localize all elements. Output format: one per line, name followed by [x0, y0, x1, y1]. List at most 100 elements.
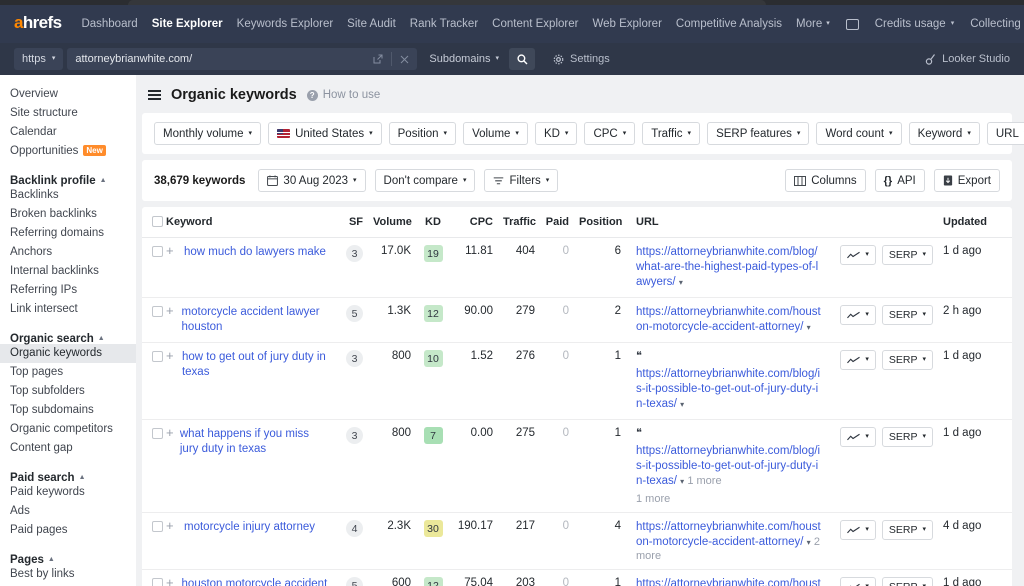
- sidebar-item-anchors[interactable]: Anchors: [0, 243, 136, 262]
- add-keyword-icon[interactable]: +: [166, 520, 179, 532]
- column-header-paid[interactable]: Paid: [540, 207, 574, 238]
- nav-item-more[interactable]: More: [796, 18, 822, 30]
- ahrefs-logo[interactable]: ahrefs: [14, 13, 61, 33]
- row-checkbox[interactable]: [152, 578, 163, 586]
- column-header-volume[interactable]: Volume: [368, 207, 416, 238]
- filter-traffic[interactable]: Traffic▾: [642, 122, 700, 145]
- chevron-down-icon[interactable]: ▾: [807, 538, 811, 547]
- sidebar-section-organic-search[interactable]: Organic search▲: [0, 325, 136, 344]
- select-all-checkbox[interactable]: [152, 216, 163, 227]
- sidebar-item-internal-backlinks[interactable]: Internal backlinks: [0, 262, 136, 281]
- browser-tab[interactable]: [128, 0, 766, 5]
- keyword-link[interactable]: motorcycle accident lawyer houston: [182, 305, 329, 335]
- chart-button[interactable]: ▾: [840, 520, 876, 540]
- url-link[interactable]: https://attorneybrianwhite.com/houston-m…: [636, 578, 821, 586]
- export-button[interactable]: Export: [934, 169, 1000, 192]
- sidebar-section-pages[interactable]: Pages▲: [0, 546, 136, 565]
- filter-kd[interactable]: KD▾: [535, 122, 578, 145]
- filter-position[interactable]: Position▾: [389, 122, 456, 145]
- chevron-down-icon[interactable]: ▾: [680, 477, 684, 486]
- sidebar-item-content-gap[interactable]: Content gap: [0, 439, 136, 458]
- row-checkbox[interactable]: [152, 351, 163, 362]
- serp-button[interactable]: SERP▾: [882, 520, 933, 540]
- looker-studio-button[interactable]: Looker Studio: [925, 53, 1010, 65]
- serp-button[interactable]: SERP▾: [882, 577, 933, 586]
- url-link[interactable]: https://attorneybrianwhite.com/blog/is-i…: [636, 445, 820, 487]
- sidebar-item-paid-pages[interactable]: Paid pages: [0, 521, 136, 540]
- serp-button[interactable]: SERP▾: [882, 245, 933, 265]
- sidebar-section-paid-search[interactable]: Paid search▲: [0, 464, 136, 483]
- chart-button[interactable]: ▾: [840, 577, 876, 586]
- add-keyword-icon[interactable]: +: [166, 577, 177, 586]
- filter-united-states[interactable]: United States▾: [268, 122, 382, 145]
- filters-button[interactable]: Filters ▾: [484, 169, 558, 192]
- nav-item-rank-tracker[interactable]: Rank Tracker: [410, 18, 478, 30]
- columns-button[interactable]: Columns: [785, 169, 865, 192]
- row-checkbox[interactable]: [152, 246, 163, 257]
- column-header-cpc[interactable]: CPC: [450, 207, 498, 238]
- compare-select[interactable]: Don't compare ▾: [375, 169, 476, 192]
- filter-url[interactable]: URL▾: [987, 122, 1024, 145]
- api-button[interactable]: {} API: [875, 169, 925, 192]
- nav-item-site-explorer[interactable]: Site Explorer: [152, 18, 223, 30]
- more-urls-link[interactable]: 1 more: [687, 475, 721, 487]
- sidebar-item-site-structure[interactable]: Site structure: [0, 104, 136, 123]
- credits-usage-menu[interactable]: Credits usage ▾: [875, 18, 954, 30]
- column-header-url[interactable]: URL: [626, 207, 826, 238]
- keyword-link[interactable]: how much do lawyers make: [184, 245, 326, 260]
- sidebar-item-broken-backlinks[interactable]: Broken backlinks: [0, 205, 136, 224]
- protocol-select[interactable]: https ▾: [14, 48, 63, 70]
- sidebar-item-referring-ips[interactable]: Referring IPs: [0, 281, 136, 300]
- more-urls-link[interactable]: 1 more: [636, 493, 821, 505]
- filter-volume[interactable]: Volume▾: [463, 122, 528, 145]
- nav-item-dashboard[interactable]: Dashboard: [81, 18, 137, 30]
- column-header-kd[interactable]: KD: [416, 207, 450, 238]
- filter-serp-features[interactable]: SERP features▾: [707, 122, 809, 145]
- filter-monthly-volume[interactable]: Monthly volume▾: [154, 122, 261, 145]
- nav-item-content-explorer[interactable]: Content Explorer: [492, 18, 578, 30]
- close-icon[interactable]: [400, 55, 409, 64]
- sidebar-item-calendar[interactable]: Calendar: [0, 123, 136, 142]
- column-header-position[interactable]: Position: [574, 207, 626, 238]
- column-header-sf[interactable]: SF: [334, 207, 368, 238]
- url-link[interactable]: https://attorneybrianwhite.com/blog/is-i…: [636, 368, 820, 410]
- add-keyword-icon[interactable]: +: [166, 245, 179, 257]
- nav-item-keywords-explorer[interactable]: Keywords Explorer: [237, 18, 334, 30]
- nav-item-competitive-analysis[interactable]: Competitive Analysis: [676, 18, 782, 30]
- nav-item-site-audit[interactable]: Site Audit: [347, 18, 396, 30]
- external-link-icon[interactable]: [373, 54, 383, 64]
- column-header-updated[interactable]: Updated: [938, 207, 1012, 238]
- keyword-link[interactable]: what happens if you miss jury duty in te…: [180, 427, 329, 457]
- add-keyword-icon[interactable]: +: [166, 305, 177, 317]
- sidebar-item-opportunities[interactable]: OpportunitiesNew: [0, 142, 136, 161]
- chart-button[interactable]: ▾: [840, 245, 876, 265]
- add-keyword-icon[interactable]: +: [166, 350, 177, 362]
- column-header-keyword[interactable]: Keyword: [164, 207, 334, 238]
- serp-button[interactable]: SERP▾: [882, 305, 933, 325]
- add-keyword-icon[interactable]: +: [166, 427, 175, 439]
- sidebar-item-paid-keywords[interactable]: Paid keywords: [0, 483, 136, 502]
- sidebar-item-organic-keywords[interactable]: Organic keywords: [0, 344, 136, 363]
- sidebar-item-overview[interactable]: Overview: [0, 85, 136, 104]
- column-header-traffic[interactable]: Traffic: [498, 207, 540, 238]
- sidebar-item-link-intersect[interactable]: Link intersect: [0, 300, 136, 319]
- url-link[interactable]: https://attorneybrianwhite.com/houston-m…: [636, 521, 821, 548]
- sidebar-item-best-by-links[interactable]: Best by links: [0, 565, 136, 584]
- chart-button[interactable]: ▾: [840, 427, 876, 447]
- serp-button[interactable]: SERP▾: [882, 427, 933, 447]
- filter-cpc[interactable]: CPC▾: [584, 122, 635, 145]
- keyword-link[interactable]: houston motorcycle accident lawyer: [182, 577, 329, 586]
- sidebar-item-ads[interactable]: Ads: [0, 502, 136, 521]
- url-link[interactable]: https://attorneybrianwhite.com/blog/what…: [636, 246, 818, 288]
- chevron-down-icon[interactable]: ▾: [680, 400, 684, 409]
- sidebar-item-top-subfolders[interactable]: Top subfolders: [0, 382, 136, 401]
- sidebar-item-organic-competitors[interactable]: Organic competitors: [0, 420, 136, 439]
- sidebar-item-referring-domains[interactable]: Referring domains: [0, 224, 136, 243]
- serp-button[interactable]: SERP▾: [882, 350, 933, 370]
- date-picker[interactable]: 30 Aug 2023 ▾: [258, 169, 365, 192]
- chevron-down-icon[interactable]: ▾: [679, 278, 683, 287]
- chart-button[interactable]: ▾: [840, 350, 876, 370]
- search-button[interactable]: [509, 48, 535, 70]
- nav-item-web-explorer[interactable]: Web Explorer: [592, 18, 661, 30]
- sidebar-item-top-pages[interactable]: Top pages: [0, 363, 136, 382]
